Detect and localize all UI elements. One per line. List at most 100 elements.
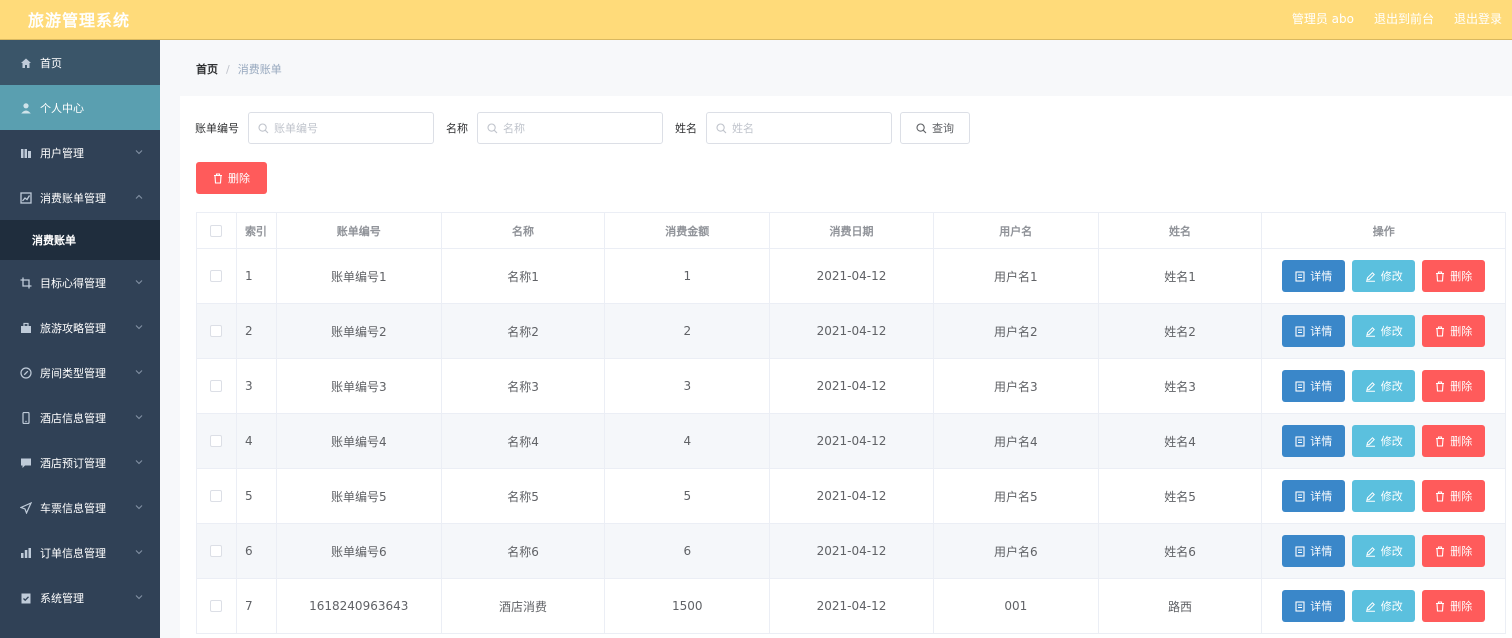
full-name-field[interactable]	[706, 112, 892, 144]
cell-full-name: 姓名3	[1099, 359, 1263, 413]
sidebar-item-users[interactable]: 用户管理	[0, 130, 160, 175]
user-icon	[20, 102, 32, 114]
cell-full-name: 姓名1	[1099, 249, 1263, 303]
row-checkbox[interactable]	[210, 270, 223, 282]
name-label: 名称	[446, 122, 468, 135]
table-row: 6 账单编号6 名称6 6 2021-04-12 用户名6 姓名6 详情 修改 删除	[197, 524, 1505, 579]
cell-amount: 6	[605, 524, 771, 578]
cell-date: 2021-04-12	[770, 579, 934, 633]
sidebar-item-tickets[interactable]: 车票信息管理	[0, 485, 160, 530]
sidebar-item-hotels[interactable]: 酒店信息管理	[0, 395, 160, 440]
chevron-down-icon	[134, 457, 144, 467]
breadcrumb-home[interactable]: 首页	[196, 63, 218, 76]
cell-select	[197, 304, 237, 358]
delete-button[interactable]: 删除	[1422, 480, 1486, 512]
delete-button[interactable]: 删除	[1422, 315, 1486, 347]
send-icon	[20, 501, 32, 514]
row-checkbox[interactable]	[210, 600, 223, 612]
edit-button[interactable]: 修改	[1352, 480, 1416, 512]
exit-to-front-link[interactable]: 退出到前台	[1374, 10, 1434, 27]
sidebar-item-label: 订单信息管理	[40, 546, 106, 560]
edit-button[interactable]: 修改	[1352, 315, 1416, 347]
cell-select	[197, 524, 237, 578]
cell-index: 1	[237, 249, 277, 303]
trash-icon	[1435, 325, 1445, 337]
bar-chart-icon	[20, 547, 32, 559]
bills-table: 索引 账单编号 名称 消费金额 消费日期 用户名 姓名 操作 1 账单编号1 名称1…	[196, 212, 1506, 634]
cell-index: 6	[237, 524, 277, 578]
row-checkbox[interactable]	[210, 380, 223, 392]
delete-button[interactable]: 删除	[1422, 425, 1486, 457]
sidebar-item-system[interactable]: 系统管理	[0, 575, 160, 620]
cell-bill-number: 账单编号5	[277, 469, 442, 523]
row-checkbox[interactable]	[210, 325, 223, 337]
logout-link[interactable]: 退出登录	[1454, 10, 1502, 27]
sidebar-item-label: 酒店信息管理	[40, 411, 106, 425]
detail-button[interactable]: 详情	[1282, 315, 1346, 347]
cell-username: 用户名5	[934, 469, 1099, 523]
cell-amount: 4	[605, 414, 771, 468]
document-icon	[1295, 325, 1305, 337]
detail-button[interactable]: 详情	[1282, 260, 1346, 292]
cell-amount: 5	[605, 469, 771, 523]
top-header: 旅游管理系统 管理员 abo 退出到前台 退出登录	[0, 0, 1512, 40]
cell-full-name: 姓名5	[1099, 469, 1263, 523]
trash-icon	[1435, 490, 1445, 502]
sidebar-item-profile[interactable]: 个人中心	[0, 85, 160, 130]
message-icon	[20, 457, 32, 469]
detail-label: 详情	[1310, 435, 1333, 448]
search-icon	[487, 122, 498, 134]
select-all-checkbox[interactable]	[210, 224, 223, 237]
sidebar-item-label: 酒店预订管理	[40, 456, 106, 470]
cell-full-name: 姓名4	[1099, 414, 1263, 468]
edit-label: 修改	[1380, 600, 1403, 613]
edit-button[interactable]: 修改	[1352, 590, 1416, 622]
detail-button[interactable]: 详情	[1282, 370, 1346, 402]
admin-name[interactable]: 管理员 abo	[1292, 10, 1354, 27]
query-button-label: 查询	[932, 122, 954, 135]
edit-button[interactable]: 修改	[1352, 260, 1416, 292]
content-panel: 账单编号 名称 姓名 查询 删除	[180, 96, 1512, 638]
bill-number-field[interactable]	[248, 112, 434, 144]
delete-button[interactable]: 删除	[1422, 370, 1486, 402]
chevron-down-icon	[134, 412, 144, 422]
cell-name: 名称2	[442, 304, 606, 358]
pencil-icon	[1365, 601, 1376, 612]
users-icon	[20, 147, 32, 159]
name-field[interactable]	[477, 112, 663, 144]
cell-name: 酒店消费	[442, 579, 606, 633]
sidebar-item-goals[interactable]: 目标心得管理	[0, 260, 160, 305]
delete-button[interactable]: 删除	[1422, 590, 1486, 622]
row-checkbox[interactable]	[210, 490, 223, 502]
delete-button[interactable]: 删除	[1422, 535, 1486, 567]
row-checkbox[interactable]	[210, 545, 223, 557]
detail-button[interactable]: 详情	[1282, 425, 1346, 457]
sidebar-item-orders[interactable]: 订单信息管理	[0, 530, 160, 575]
cell-bill-number: 1618240963643	[277, 579, 442, 633]
name-input[interactable]	[503, 121, 653, 135]
sidebar-item-guides[interactable]: 旅游攻略管理	[0, 305, 160, 350]
cell-bill-number: 账单编号2	[277, 304, 442, 358]
row-checkbox[interactable]	[210, 435, 223, 447]
detail-button[interactable]: 详情	[1282, 590, 1346, 622]
full-name-input[interactable]	[732, 121, 882, 135]
chevron-down-icon	[134, 547, 144, 557]
edit-button[interactable]: 修改	[1352, 370, 1416, 402]
query-button[interactable]: 查询	[900, 112, 970, 144]
cell-actions: 详情 修改 删除	[1262, 304, 1505, 358]
edit-button[interactable]: 修改	[1352, 535, 1416, 567]
sidebar-item-home[interactable]: 首页	[0, 40, 160, 85]
sidebar-item-bookings[interactable]: 酒店预订管理	[0, 440, 160, 485]
sidebar-item-room-types[interactable]: 房间类型管理	[0, 350, 160, 395]
document-icon	[1295, 600, 1305, 612]
sidebar-subitem-bill-list[interactable]: 消费账单	[0, 220, 160, 260]
pencil-icon	[1365, 436, 1376, 447]
bill-number-input[interactable]	[274, 121, 424, 135]
trash-icon	[1435, 435, 1445, 447]
sidebar-item-bills[interactable]: 消费账单管理	[0, 175, 160, 220]
detail-button[interactable]: 详情	[1282, 480, 1346, 512]
delete-button[interactable]: 删除	[1422, 260, 1486, 292]
batch-delete-button[interactable]: 删除	[196, 162, 267, 194]
detail-button[interactable]: 详情	[1282, 535, 1346, 567]
edit-button[interactable]: 修改	[1352, 425, 1416, 457]
